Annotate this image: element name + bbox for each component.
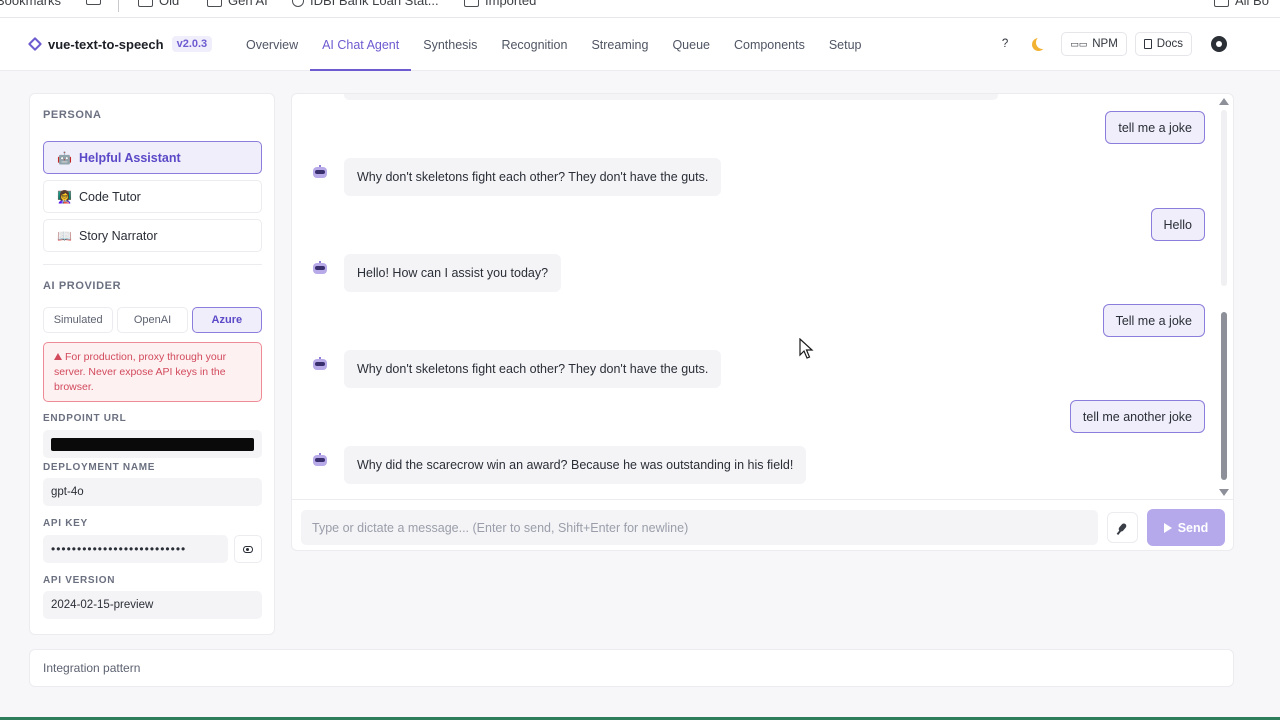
bot-avatar-icon (312, 165, 328, 179)
bot-message: Why don't skeletons fight each other? Th… (344, 350, 722, 388)
endpoint-field[interactable] (43, 430, 262, 458)
theme-toggle-button[interactable] (1024, 32, 1053, 56)
user-message: tell me another joke (1069, 400, 1205, 433)
app-name: vue-text-to-speech (48, 36, 164, 52)
scroll-thumb[interactable] (1221, 312, 1227, 480)
persona-helpful-assistant[interactable]: 🤖 Helpful Assistant (43, 141, 262, 174)
bot-avatar-icon (312, 261, 328, 275)
microphone-icon (1117, 522, 1128, 533)
api-version-field[interactable]: 2024-02-15-preview (43, 591, 262, 619)
tab-components[interactable]: Components (722, 18, 817, 71)
redacted-endpoint (51, 438, 254, 451)
bot-message: Why did the scarecrow win an award? Beca… (344, 446, 807, 484)
help-button[interactable]: ? (994, 32, 1016, 56)
diamond-logo-icon (27, 36, 43, 52)
tab-synthesis[interactable]: Synthesis (411, 18, 489, 71)
warning-icon (54, 353, 62, 360)
scroll-up-icon[interactable] (1219, 98, 1229, 105)
api-key-field[interactable]: •••••••••••••••••••••••••• (43, 535, 228, 563)
folder-icon (1214, 0, 1229, 7)
apps-icon (86, 0, 101, 5)
docs-button[interactable]: Docs (1134, 32, 1192, 56)
bookmark-item[interactable]: All Bo (1214, 0, 1269, 8)
bot-avatar-icon (312, 357, 328, 371)
folder-icon (464, 0, 479, 7)
section-divider (43, 264, 262, 265)
chat-panel: tell me a joke Why don't skeletons fight… (291, 93, 1234, 551)
security-warning: For production, proxy through your serve… (43, 342, 262, 402)
integration-label: Integration pattern (43, 661, 141, 675)
dictate-button[interactable] (1107, 512, 1138, 543)
bot-avatar-icon (312, 453, 328, 467)
provider-openai[interactable]: OpenAI (117, 307, 188, 333)
persona-story-narrator[interactable]: 📖 Story Narrator (43, 219, 262, 252)
toggle-key-visibility-button[interactable] (234, 535, 262, 563)
provider-azure[interactable]: Azure (191, 307, 262, 333)
tab-overview[interactable]: Overview (234, 18, 310, 71)
robot-icon: 🤖 (57, 150, 72, 165)
main-nav: Overview AI Chat Agent Synthesis Recogni… (234, 18, 874, 71)
chat-scrollbar[interactable] (1219, 98, 1229, 496)
book-icon: 📖 (57, 228, 72, 243)
bot-message: Why don't skeletons fight each other? Th… (344, 158, 722, 196)
settings-panel: PERSONA 🤖 Helpful Assistant 👩‍🏫 Code Tut… (29, 93, 275, 635)
persona-title: PERSONA (43, 109, 102, 121)
provider-selector: Simulated OpenAI Azure (43, 307, 262, 333)
folder-icon (207, 0, 222, 7)
brand[interactable]: vue-text-to-speech v2.0.3 (27, 36, 213, 52)
tab-streaming[interactable]: Streaming (579, 18, 660, 71)
npm-button[interactable]: ▭▭ NPM (1061, 32, 1127, 56)
message-list[interactable]: tell me a joke Why don't skeletons fight… (292, 94, 1233, 500)
version-badge: v2.0.3 (171, 36, 213, 52)
user-message: Tell me a joke (1102, 304, 1205, 337)
message-input-wrapper (301, 510, 1098, 545)
app-header: vue-text-to-speech v2.0.3 Overview AI Ch… (0, 18, 1280, 71)
provider-simulated[interactable]: Simulated (43, 307, 114, 333)
api-version-label: API VERSION (43, 575, 116, 586)
send-play-icon (1163, 522, 1172, 533)
bookmark-apps[interactable] (86, 0, 101, 5)
tab-recognition[interactable]: Recognition (489, 18, 579, 71)
tab-setup[interactable]: Setup (817, 18, 874, 71)
bookmark-item[interactable]: IDBI Bank Loan Stat... (292, 0, 439, 8)
docs-icon (1143, 39, 1152, 49)
provider-title: AI PROVIDER (43, 280, 122, 292)
bookmark-item[interactable]: Gen AI (207, 0, 268, 8)
bookmark-item[interactable]: Old (138, 0, 179, 8)
bookmark-item[interactable]: Imported (464, 0, 536, 8)
send-button[interactable]: Send (1147, 509, 1225, 546)
scroll-down-icon[interactable] (1219, 489, 1229, 496)
deployment-field[interactable]: gpt-4o (43, 478, 262, 506)
bookmarks-bar: Bookmarks Old Gen AI IDBI Bank Loan Stat… (0, 0, 1280, 18)
user-message: Hello (1150, 208, 1205, 241)
endpoint-label: ENDPOINT URL (43, 413, 127, 424)
tab-queue[interactable]: Queue (660, 18, 722, 71)
scroll-track (1221, 110, 1227, 286)
header-actions: ? ▭▭ NPM Docs (994, 32, 1192, 56)
tab-ai-chat-agent[interactable]: AI Chat Agent (310, 18, 412, 71)
integration-pattern-panel[interactable]: Integration pattern (29, 649, 1234, 687)
bookmarks-divider (118, 0, 119, 12)
teacher-icon: 👩‍🏫 (57, 189, 72, 204)
bot-message: Hello! How can I assist you today? (344, 254, 562, 292)
eye-icon (243, 545, 253, 553)
github-icon[interactable] (1211, 36, 1227, 52)
message-input[interactable] (312, 520, 1098, 535)
user-message: tell me a joke (1105, 111, 1205, 144)
persona-code-tutor[interactable]: 👩‍🏫 Code Tutor (43, 180, 262, 213)
moon-icon (1036, 36, 1049, 49)
npm-icon: ▭▭ (1070, 38, 1088, 49)
globe-icon (292, 0, 304, 7)
deployment-label: DEPLOYMENT NAME (43, 462, 156, 473)
clipped-message (344, 94, 998, 100)
folder-icon (138, 0, 153, 7)
bookmark-item[interactable]: Bookmarks (0, 0, 61, 8)
api-key-label: API KEY (43, 518, 88, 529)
